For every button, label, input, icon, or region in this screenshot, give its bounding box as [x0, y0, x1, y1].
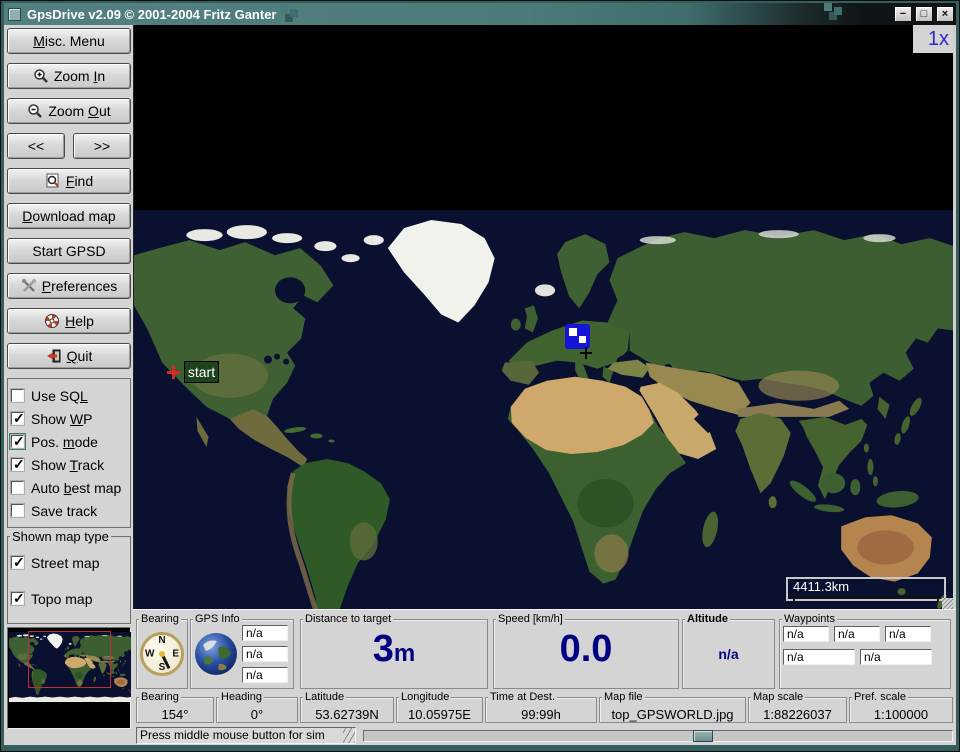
distance-to-target-frame: Distance to target 3m — [300, 619, 488, 689]
titlebar[interactable]: GpsDrive v2.09 © 2001-2004 Fritz Ganter … — [4, 3, 956, 25]
sidebar: Misc. Menu Zoom In Zoom Out << >> — [4, 25, 133, 745]
scale-line — [793, 596, 939, 598]
distance-value: 3m — [301, 620, 487, 688]
minimize-button[interactable]: − — [894, 6, 912, 22]
waypoints-frame: Waypoints n/a n/a n/a n/a n/a — [779, 619, 951, 689]
sim-mode-slider[interactable] — [363, 730, 953, 742]
world-map-image — [134, 210, 954, 609]
waypoint-field-1[interactable]: n/a — [783, 626, 829, 642]
speed-frame: Speed [km/h] 0.0 — [493, 619, 679, 689]
options-checkbox-group: Use SQL Show WP Pos. mode Show Track Aut… — [7, 378, 131, 528]
zoom-out-icon — [27, 103, 43, 119]
checkbox-show-wp[interactable]: Show WP — [11, 407, 127, 430]
group-title: Shown map type — [10, 529, 111, 544]
altitude-frame: Altitude n/a — [682, 619, 775, 689]
waypoint-field-3[interactable]: n/a — [885, 626, 931, 642]
status-panel: Bearing N E S W GPS Info — [133, 609, 956, 745]
info-map-scale-frame: Map scale 1:88226037 — [748, 697, 847, 723]
info-bearing-value: 154° — [162, 707, 189, 722]
checkbox-box — [11, 389, 24, 402]
checkbox-box — [11, 435, 24, 448]
titlebar-artifact — [824, 3, 832, 11]
checkbox-save-track[interactable]: Save track — [11, 499, 127, 522]
help-button[interactable]: Help — [7, 308, 131, 334]
gpsdrive-window: GpsDrive v2.09 © 2001-2004 Fritz Ganter … — [0, 0, 960, 752]
info-latitude-value: 53.62739N — [315, 707, 379, 722]
info-latitude-frame: Latitude 53.62739N — [300, 697, 394, 723]
checkbox-box — [11, 481, 24, 494]
checkbox-box — [11, 458, 24, 471]
checkbox-pos-mode[interactable]: Pos. mode — [11, 430, 127, 453]
preferences-icon — [21, 278, 37, 294]
maximize-button[interactable]: □ — [915, 6, 933, 22]
info-longitude-value: 10.05975E — [408, 707, 471, 722]
info-longitude-frame: Longitude 10.05975E — [396, 697, 483, 723]
info-time-value: 99:99h — [521, 707, 561, 722]
shown-map-type-group: Shown map type Street map Topo map — [7, 536, 131, 624]
start-waypoint-marker — [167, 366, 180, 379]
compass-icon: N E S W — [140, 632, 184, 676]
download-map-button[interactable]: Download map — [7, 203, 131, 229]
gps-field-1[interactable]: n/a — [242, 625, 288, 641]
position-marker-icon — [565, 324, 590, 349]
bearing-frame: Bearing N E S W — [136, 619, 188, 689]
window-menu-icon[interactable] — [8, 8, 21, 21]
scale-text: 4411.3km — [793, 579, 849, 594]
window-title: GpsDrive v2.09 © 2001-2004 Fritz Ganter — [27, 7, 276, 22]
zoom-in-button[interactable]: Zoom In — [7, 63, 131, 89]
info-time-at-dest-frame: Time at Dest. 99:99h — [485, 697, 597, 723]
checkbox-show-track[interactable]: Show Track — [11, 453, 127, 476]
globe-icon — [193, 631, 239, 677]
info-heading-frame: Heading 0° — [216, 697, 298, 723]
info-pref-scale-value: 1:100000 — [874, 707, 928, 722]
prev-map-button[interactable]: << — [7, 133, 65, 159]
resize-grip[interactable] — [942, 598, 953, 609]
info-bearing-frame: Bearing 154° — [136, 697, 214, 723]
position-cross-icon — [580, 347, 592, 359]
find-icon — [45, 173, 61, 189]
checkbox-auto-best-map[interactable]: Auto best map — [11, 476, 127, 499]
checkbox-use-sql[interactable]: Use SQL — [11, 384, 127, 407]
info-pref-scale-frame: Pref. scale 1:100000 — [849, 697, 953, 723]
checkbox-topo-map[interactable]: Topo map — [11, 587, 127, 610]
preferences-button[interactable]: Preferences — [7, 273, 131, 299]
zoom-level-badge: 1x — [913, 25, 953, 53]
gps-field-2[interactable]: n/a — [242, 646, 288, 662]
compass-hub — [159, 651, 165, 657]
next-map-button[interactable]: >> — [73, 133, 131, 159]
map-area[interactable]: 1x start 4411.3km — [133, 25, 956, 609]
info-map-file-frame: Map file top_GPSWORLD.jpg — [599, 697, 746, 723]
quit-door-icon — [46, 348, 62, 364]
quit-button[interactable]: Quit — [7, 343, 131, 369]
info-map-file-value: top_GPSWORLD.jpg — [611, 707, 733, 722]
info-heading-value: 0° — [251, 707, 263, 722]
minimap-viewport-rect — [28, 631, 111, 688]
help-lifebuoy-icon — [44, 313, 60, 329]
checkbox-box — [11, 504, 24, 517]
map-scale-bar: 4411.3km — [786, 577, 946, 601]
checkbox-street-map[interactable]: Street map — [11, 551, 127, 574]
gps-field-3[interactable]: n/a — [242, 667, 288, 683]
checkbox-box — [11, 556, 24, 569]
statusbar-message: Press middle mouse button for sim mode — [136, 727, 356, 744]
minimap-preview[interactable] — [7, 627, 131, 729]
gps-info-frame: GPS Info n/a — [190, 619, 294, 689]
checkbox-box — [11, 592, 24, 605]
zoom-out-button[interactable]: Zoom Out — [7, 98, 131, 124]
start-waypoint-label: start — [184, 361, 219, 383]
start-gpsd-button[interactable]: Start GPSD — [7, 238, 131, 264]
zoom-in-icon — [33, 68, 49, 84]
info-map-scale-value: 1:88226037 — [763, 707, 832, 722]
close-button[interactable]: × — [936, 6, 954, 22]
waypoint-field-2[interactable]: n/a — [834, 626, 880, 642]
checkbox-box — [11, 412, 24, 425]
find-button[interactable]: Find — [7, 168, 131, 194]
altitude-value: n/a — [718, 646, 738, 662]
waypoint-field-5[interactable]: n/a — [860, 649, 932, 665]
misc-menu-button[interactable]: Misc. Menu — [7, 28, 131, 54]
slider-handle[interactable] — [693, 730, 713, 742]
titlebar-artifact — [280, 5, 288, 13]
speed-value: 0.0 — [494, 620, 678, 688]
waypoint-field-4[interactable]: n/a — [783, 649, 855, 665]
